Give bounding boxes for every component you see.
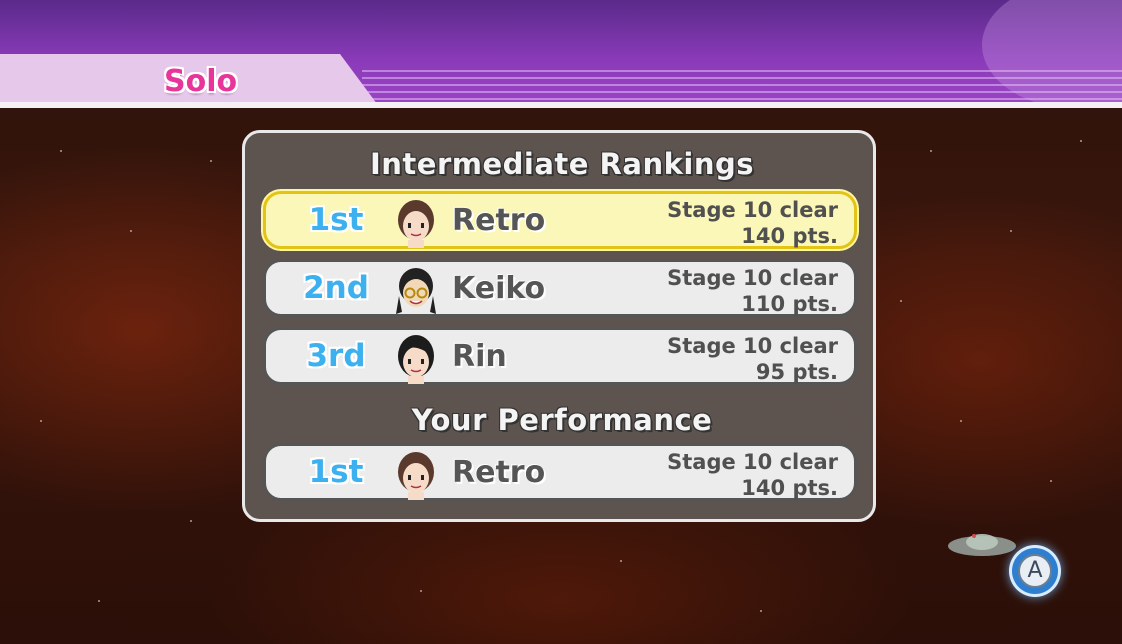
mii-avatar-icon	[398, 200, 434, 248]
rank-label: 1st	[308, 454, 364, 490]
player-name: Retro	[452, 203, 546, 238]
rank-label: 2nd	[303, 270, 369, 306]
mii-avatar-icon	[398, 335, 434, 384]
player-name: Retro	[452, 455, 546, 490]
player-name: Rin	[452, 339, 507, 374]
performance-row: 1st Retro Stage 10 clear 140 pts.	[263, 443, 857, 501]
points: 110 pts.	[741, 292, 838, 316]
a-button[interactable]: A	[1012, 548, 1058, 594]
rankings-heading: Intermediate Rankings	[370, 147, 754, 181]
points: 95 pts.	[755, 360, 838, 384]
a-button-icon: A	[1018, 554, 1052, 588]
stage-result: Stage 10 clear	[667, 198, 838, 222]
ranking-row: 3rd Rin Stage 10 clear 95 pts.	[263, 327, 857, 385]
ranking-row: 1st Retro Stage 10 clear 140 pts.	[263, 191, 857, 249]
spaceship-icon	[948, 534, 1016, 556]
points: 140 pts.	[741, 476, 838, 500]
rankings-panel: Intermediate Rankings 1st Retro Stage 10…	[242, 130, 876, 522]
ranking-row: 2nd Keiko Stage 10 clear 110 pts.	[263, 259, 857, 317]
mii-avatar-icon	[396, 268, 436, 314]
mii-avatar-icon	[398, 452, 434, 500]
stage-result: Stage 10 clear	[667, 266, 838, 290]
rank-label: 3rd	[306, 338, 366, 374]
points: 140 pts.	[741, 224, 838, 248]
stage-result: Stage 10 clear	[667, 334, 838, 358]
player-name: Keiko	[452, 271, 546, 306]
rank-label: 1st	[308, 202, 364, 238]
mode-label: Solo	[164, 64, 238, 99]
performance-heading: Your Performance	[411, 403, 713, 437]
stage-result: Stage 10 clear	[667, 450, 838, 474]
